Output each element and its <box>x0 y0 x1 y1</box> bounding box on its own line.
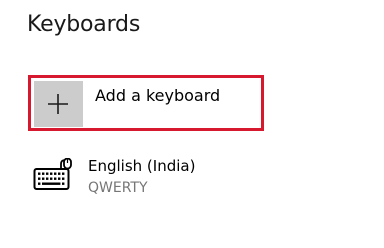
add-keyboard-label: Add a keyboard <box>95 86 221 105</box>
page-title: Keyboards <box>27 12 141 37</box>
plus-icon <box>48 94 68 114</box>
add-keyboard-icon-tile <box>34 81 83 127</box>
keyboard-icon <box>33 158 72 190</box>
keyboard-list-item[interactable]: English (India) QWERTY <box>30 152 330 202</box>
add-keyboard-button[interactable]: Add a keyboard <box>28 75 264 131</box>
keyboard-layout-name: QWERTY <box>88 180 148 196</box>
keyboard-language-name: English (India) <box>88 157 196 175</box>
